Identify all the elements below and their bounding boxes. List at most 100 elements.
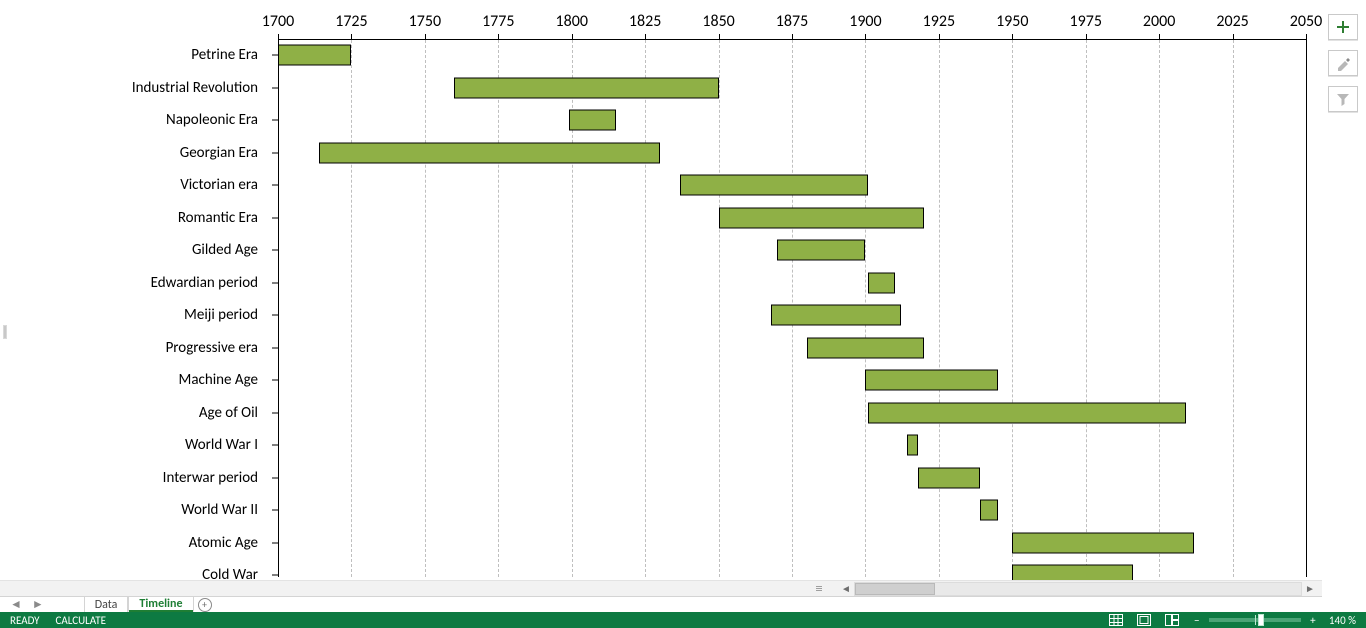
range-bar[interactable]: [1012, 532, 1194, 553]
gantt-chart[interactable]: 1700172517501775180018251850187519001925…: [0, 0, 1322, 580]
x-tick-label: 1750: [409, 12, 441, 31]
category-label: Edwardian period: [0, 274, 258, 292]
y-tick: [272, 315, 278, 316]
zoom-slider-track[interactable]: [1209, 618, 1301, 622]
chart-row: Romantic Era: [0, 202, 1306, 235]
x-tick-label: 1850: [702, 12, 734, 31]
view-page-layout-button[interactable]: [1135, 613, 1153, 627]
scroll-right-arrow[interactable]: ►: [1302, 581, 1318, 597]
y-tick: [272, 575, 278, 576]
sheet-hscrollbar[interactable]: ◄ ►: [838, 581, 1318, 596]
page-break-icon: [1165, 614, 1179, 626]
x-tick-label: 1925: [923, 12, 955, 31]
tab-label: Data: [95, 598, 118, 612]
y-tick: [272, 445, 278, 446]
range-bar[interactable]: [569, 110, 616, 131]
chart-row: Industrial Revolution: [0, 72, 1306, 105]
category-label: Atomic Age: [0, 534, 258, 552]
pane-collapse-handle[interactable]: [0, 318, 10, 346]
plus-circle-icon: +: [198, 598, 212, 612]
y-tick: [272, 217, 278, 218]
category-label: World War I: [0, 436, 258, 454]
zoom-out-button[interactable]: −: [1191, 614, 1203, 627]
range-bar[interactable]: [868, 272, 894, 293]
tab-split-handle[interactable]: [816, 584, 822, 593]
sheet-tab-strip: ◄ ► Data Timeline +: [0, 596, 1322, 612]
sheet-nav-next[interactable]: ►: [32, 597, 44, 612]
category-label: Gilded Age: [0, 241, 258, 259]
category-label: Age of Oil: [0, 404, 258, 422]
scroll-track[interactable]: [854, 582, 1302, 596]
y-tick: [272, 152, 278, 153]
status-calculate[interactable]: CALCULATE: [56, 614, 107, 627]
range-bar[interactable]: [454, 77, 718, 98]
zoom-in-button[interactable]: +: [1307, 614, 1319, 627]
x-tick-label: 1950: [996, 12, 1028, 31]
chart-filters-button[interactable]: [1328, 86, 1358, 112]
range-bar[interactable]: [680, 175, 868, 196]
category-label: Interwar period: [0, 469, 258, 487]
x-tick-label: 2050: [1290, 12, 1322, 31]
category-label: Meiji period: [0, 306, 258, 324]
x-tick-label: 1875: [776, 12, 808, 31]
view-page-break-button[interactable]: [1163, 613, 1181, 627]
category-label: Napoleonic Era: [0, 111, 258, 129]
x-tick-label: 2025: [1216, 12, 1248, 31]
tab-data[interactable]: Data: [84, 597, 129, 612]
chart-row: Meiji period: [0, 299, 1306, 332]
chart-row: Atomic Age: [0, 527, 1306, 560]
category-label: World War II: [0, 501, 258, 519]
chart-row: Progressive era: [0, 332, 1306, 365]
x-tick-label: 1900: [849, 12, 881, 31]
chart-side-buttons: [1328, 14, 1362, 112]
range-bar[interactable]: [278, 45, 351, 66]
range-bar[interactable]: [1012, 565, 1132, 580]
tab-label: Timeline: [139, 597, 182, 611]
x-tick-label: 1975: [1069, 12, 1101, 31]
category-label: Petrine Era: [0, 46, 258, 64]
range-bar[interactable]: [807, 337, 924, 358]
range-bar[interactable]: [868, 402, 1185, 423]
category-label: Romantic Era: [0, 209, 258, 227]
range-bar[interactable]: [907, 435, 919, 456]
chart-row: Gilded Age: [0, 234, 1306, 267]
category-label: Machine Age: [0, 371, 258, 389]
x-tick-label: 1775: [482, 12, 514, 31]
y-tick: [272, 87, 278, 88]
view-normal-button[interactable]: [1107, 613, 1125, 627]
grid-icon: [1109, 614, 1123, 626]
y-tick: [272, 347, 278, 348]
range-bar[interactable]: [719, 207, 925, 228]
status-bar: READY CALCULATE − + 140 %: [0, 612, 1366, 628]
x-tick-label: 1825: [629, 12, 661, 31]
x-axis-labels: 1700172517501775180018251850187519001925…: [278, 12, 1306, 36]
scroll-left-arrow[interactable]: ◄: [838, 581, 854, 597]
zoom-control[interactable]: − +: [1191, 614, 1319, 627]
sheet-nav-arrows[interactable]: ◄ ►: [0, 597, 54, 612]
chart-row: Napoleonic Era: [0, 104, 1306, 137]
chart-elements-button[interactable]: [1328, 14, 1358, 40]
chart-row: Georgian Era: [0, 137, 1306, 170]
range-bar[interactable]: [865, 370, 997, 391]
range-bar[interactable]: [980, 500, 998, 521]
x-tick: [1306, 34, 1307, 40]
range-bar[interactable]: [918, 467, 980, 488]
chart-row: Victorian era: [0, 169, 1306, 202]
sheet-nav-prev[interactable]: ◄: [10, 597, 22, 612]
category-label: Industrial Revolution: [0, 79, 258, 97]
tab-timeline[interactable]: Timeline: [128, 597, 193, 612]
chart-styles-button[interactable]: [1328, 50, 1358, 76]
y-tick: [272, 477, 278, 478]
zoom-level-label[interactable]: 140 %: [1329, 614, 1356, 627]
gridline: [1306, 40, 1307, 577]
chart-row: Edwardian period: [0, 267, 1306, 300]
range-bar[interactable]: [777, 240, 865, 261]
filter-icon: [1335, 91, 1351, 107]
add-sheet-button[interactable]: +: [194, 598, 216, 612]
chart-row: Age of Oil: [0, 397, 1306, 430]
range-bar[interactable]: [319, 142, 660, 163]
x-tick-label: 2000: [1143, 12, 1175, 31]
zoom-slider-knob[interactable]: [1258, 614, 1264, 626]
scroll-thumb[interactable]: [855, 583, 935, 595]
range-bar[interactable]: [771, 305, 900, 326]
